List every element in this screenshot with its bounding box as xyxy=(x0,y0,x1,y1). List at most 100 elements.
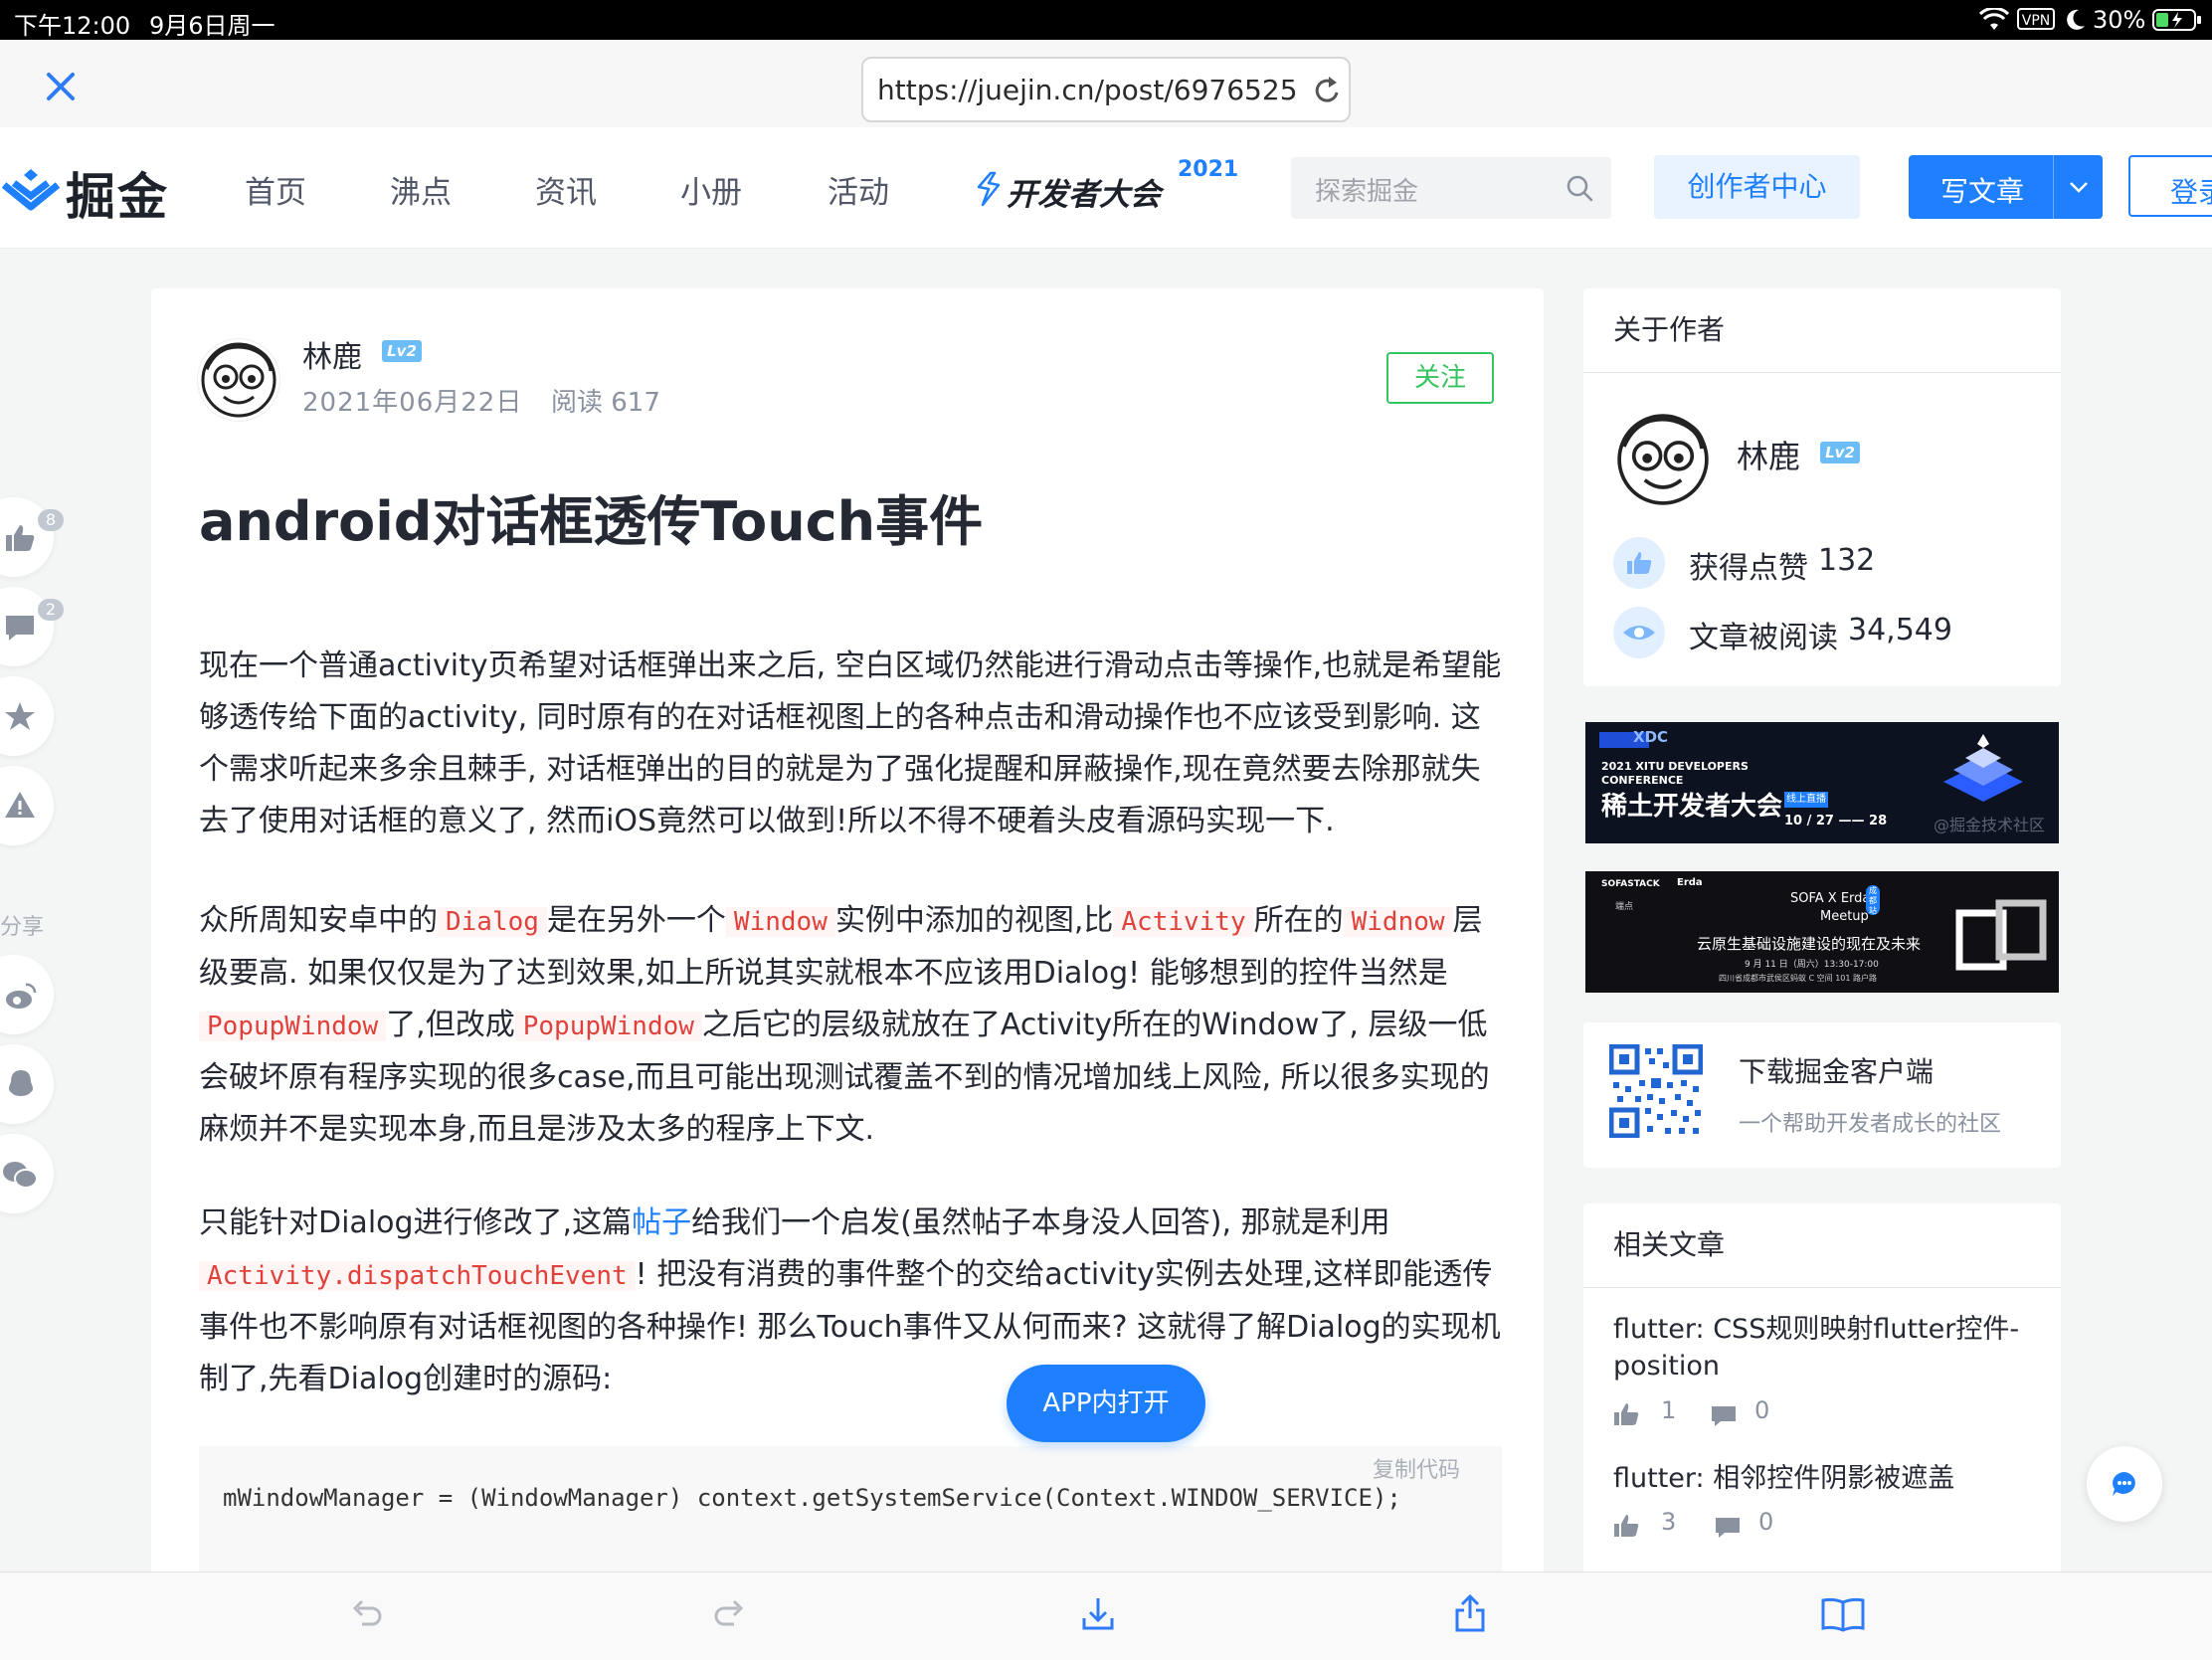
meetup-time: 9 月 11 日（周六）13:30-17:00 xyxy=(1745,960,1879,970)
nav-home[interactable]: 首页 xyxy=(245,167,306,212)
search-icon[interactable] xyxy=(1566,174,1593,202)
download-app-card[interactable]: 下载掘金客户端 一个帮助开发者成长的社区 xyxy=(1583,1022,2061,1168)
likes-label: 获得点赞 xyxy=(1689,551,1808,586)
likes-value: 132 xyxy=(1818,543,1876,578)
download-title: 下载掘金客户端 xyxy=(1739,1055,1935,1088)
browser-bottom-bar xyxy=(0,1571,2212,1660)
reload-icon[interactable] xyxy=(1313,75,1343,106)
sidebar-author-avatar[interactable] xyxy=(1613,410,1713,509)
meetup-sub: 端点 xyxy=(1615,902,1634,912)
inline-code: Activity.dispatchTouchEvent xyxy=(199,1261,636,1291)
about-author-title: 关于作者 xyxy=(1613,313,1726,346)
related-like-count: 1 xyxy=(1661,1396,1677,1424)
nav-events[interactable]: 活动 xyxy=(828,167,889,212)
nav-pins[interactable]: 沸点 xyxy=(390,167,452,212)
read-count: 阅读 617 xyxy=(551,388,660,418)
paragraph-2: 众所周知安卓中的 Dialog 是在另外一个 Window 实例中添加的视图,比 Acti… xyxy=(199,903,1490,1147)
reads-value: 34,549 xyxy=(1848,613,1952,647)
conference-year: 2021 xyxy=(1178,157,1239,182)
code-line: mWindowManager = (WindowManager) context… xyxy=(223,1484,1401,1512)
url-bar[interactable]: https://juejin.cn/post/69765256... xyxy=(861,57,1351,122)
moon-icon xyxy=(2065,8,2087,32)
related-articles-card: 相关文章 flutter: CSS规则映射flutter控件-position … xyxy=(1583,1203,2061,1601)
paragraph-1: 现在一个普通activity页希望对话框弹出来之后, 空白区域仍然能进行滑动点击… xyxy=(199,648,1502,838)
conference-banner[interactable]: XDC 2021 XITU DEVELOPERS CONFERENCE 稀土开发… xyxy=(1585,722,2059,843)
banner-dates: 10 / 27 —— 28 xyxy=(1784,814,1888,829)
comment-icon xyxy=(4,613,36,643)
feedback-chat-button[interactable] xyxy=(2087,1446,2162,1522)
comment-icon xyxy=(1715,1516,1741,1540)
creator-center-button[interactable]: 创作者中心 xyxy=(1654,155,1860,219)
copy-code-button[interactable]: 复制代码 xyxy=(1373,1452,1460,1484)
article-card: 林鹿 Lv2 2021年06月22日 阅读 617 关注 android对话框透… xyxy=(151,288,1544,1611)
related-item-title[interactable]: flutter: CSS规则映射flutter控件-position xyxy=(1613,1311,2041,1384)
inline-code: Widnow xyxy=(1343,907,1453,937)
conference-label: 开发者大会 xyxy=(1007,177,1161,213)
likes-icon xyxy=(1613,537,1665,589)
login-label: 登录 xyxy=(2170,176,2212,209)
related-like-count: 3 xyxy=(1661,1508,1677,1536)
write-article-button[interactable]: 写文章 xyxy=(1909,155,2103,219)
share-wechat-button[interactable] xyxy=(0,1134,54,1213)
nav-dev-conference[interactable]: 开发者大会 2021 xyxy=(973,157,1241,217)
battery-icon xyxy=(2152,8,2202,32)
search-box[interactable]: 探索掘金 xyxy=(1291,157,1611,219)
button-divider xyxy=(2053,155,2054,219)
share-weibo-button[interactable] xyxy=(0,955,54,1034)
inline-code: Activity xyxy=(1113,907,1254,937)
meetup-line1: SOFA X Erda xyxy=(1790,891,1871,906)
close-icon[interactable] xyxy=(46,72,76,101)
vpn-badge: VPN xyxy=(2017,8,2055,30)
meetup-title: 云原生基础设施建设的现在及未来 xyxy=(1697,935,1922,953)
comment-icon xyxy=(1711,1404,1737,1428)
login-button[interactable]: 登录 xyxy=(2128,155,2212,217)
search-placeholder: 探索掘金 xyxy=(1315,177,1419,207)
related-item-title[interactable]: flutter: 相邻控件阴影被遮盖 xyxy=(1613,1460,2041,1497)
write-article-label: 写文章 xyxy=(1940,175,2025,208)
meetup-graphic xyxy=(1949,893,2049,983)
nav-news[interactable]: 资讯 xyxy=(535,167,597,212)
collect-button[interactable] xyxy=(0,676,54,756)
star-icon xyxy=(4,700,36,732)
battery-percent: 30% xyxy=(2093,6,2146,34)
author-avatar[interactable] xyxy=(197,338,280,422)
status-time: 下午12:00 xyxy=(14,12,131,40)
nav-books[interactable]: 小册 xyxy=(680,167,742,212)
sidebar-author-name[interactable]: 林鹿 xyxy=(1737,432,1800,477)
wechat-icon xyxy=(2,1160,38,1190)
meetup-line2: Meetup xyxy=(1820,909,1869,924)
post-link[interactable]: 帖子 xyxy=(632,1205,691,1240)
report-button[interactable] xyxy=(0,766,54,845)
comment-count-badge: 2 xyxy=(38,599,64,621)
eye-icon xyxy=(1613,607,1665,658)
forward-arrow-icon[interactable] xyxy=(712,1596,748,1632)
status-bar: 下午12:00 9月6日周一 VPN 30% xyxy=(0,0,2212,40)
meetup-brand1: SOFASTACK xyxy=(1601,879,1660,889)
logo-text: 掘金 xyxy=(66,168,169,226)
reads-label: 文章被阅读 xyxy=(1689,621,1838,655)
related-comment-count: 0 xyxy=(1754,1396,1770,1424)
url-text: https://juejin.cn/post/69765256... xyxy=(877,74,1295,106)
logo-icon xyxy=(0,165,62,213)
bookmarks-icon[interactable] xyxy=(1820,1596,1866,1632)
banner-live-badge: 线上直播 xyxy=(1784,792,1828,808)
share-qq-button[interactable] xyxy=(0,1044,54,1124)
author-name[interactable]: 林鹿 xyxy=(302,332,362,376)
card-divider xyxy=(1583,1287,2061,1288)
back-arrow-icon[interactable] xyxy=(348,1596,384,1632)
banner-tag: XDC xyxy=(1633,728,1669,746)
share-icon[interactable] xyxy=(1452,1592,1488,1634)
meetup-banner[interactable]: SOFASTACK Erda 端点 SOFA X Erda Meetup 成都站… xyxy=(1585,871,2059,993)
chevron-down-icon[interactable] xyxy=(2068,179,2090,195)
follow-button[interactable]: 关注 xyxy=(1386,352,1494,404)
inline-code: PopupWindow xyxy=(199,1012,387,1041)
qq-icon xyxy=(6,1068,36,1100)
inline-code: Window xyxy=(725,907,835,937)
share-rail: 8 2 分享 xyxy=(0,497,80,1213)
download-icon[interactable] xyxy=(1080,1594,1116,1634)
open-in-app-button[interactable]: APP内打开 xyxy=(1007,1365,1205,1442)
thumbs-up-icon xyxy=(1613,1514,1639,1538)
card-divider xyxy=(1583,372,2061,373)
related-title: 相关文章 xyxy=(1613,1228,1726,1261)
download-subtitle: 一个帮助开发者成长的社区 xyxy=(1739,1112,2002,1137)
